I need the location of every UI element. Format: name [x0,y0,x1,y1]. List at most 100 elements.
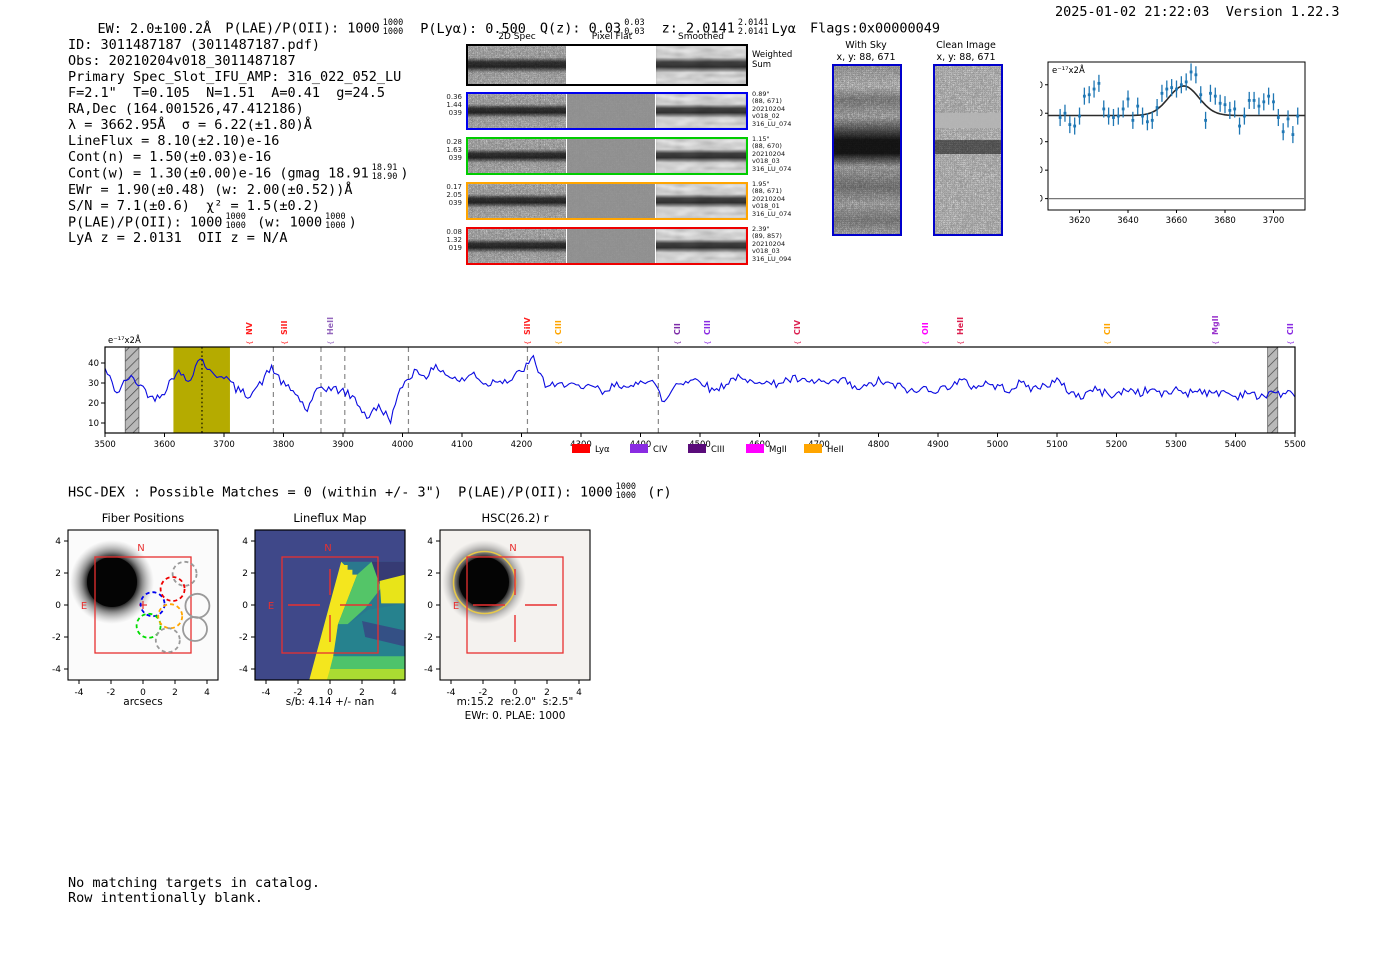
svg-text:40: 40 [88,359,99,369]
svg-text:3640: 3640 [1117,216,1139,226]
svg-text:0: 0 [55,601,61,611]
svg-text:CIII: CIII [711,445,724,455]
row-2dspec-image [468,184,566,218]
row-pixelflat-image [567,184,655,218]
svg-text:-4: -4 [52,665,61,675]
row-pixelflat-image [567,139,655,173]
svg-text:SiIV: SiIV [523,317,532,335]
row-2dspec-image [468,94,566,128]
fiber-xlabel: arcsecs [123,696,163,708]
header-plae: P(LAE)/P(OII): 1000 [225,20,380,37]
with-sky-subtitle: x, y: 88, 671 [836,52,896,63]
svg-text:E: E [81,601,87,612]
row-pixelflat-image [567,94,655,128]
svg-text:e⁻¹⁷x2Å: e⁻¹⁷x2Å [108,334,141,346]
spec2d-row-weights: 0.28 1.63 039 [446,138,462,162]
spec2d-row-annotation: 0.89" (88, 671) 20210204 v018_02 316_LU_… [752,90,792,128]
info-obs: Obs: 20210204v018_3011487187 [68,53,296,69]
svg-text:20: 20 [88,399,99,409]
spec2d-row-3 [466,182,748,220]
svg-text:MgII: MgII [1211,315,1220,335]
svg-text:CIV: CIV [653,445,667,455]
spec2d-row-weights: 0.36 1.44 039 [446,93,462,117]
info-radec: RA,Dec (164.001526,47.412186) [68,101,304,117]
svg-text:CIV: CIV [793,319,802,335]
weighted-sum-label: Weighted Sum [752,50,793,70]
svg-text:4: 4 [55,537,61,547]
svg-text:4900: 4900 [927,440,949,450]
info-seeing: F=2.1" T=0.105 N=1.51 A=0.41 g=24.5 [68,85,385,101]
spec2d-row-weights: 0.08 1.32 019 [446,228,462,252]
col-title-2dspec: 2D Spec [498,32,536,42]
row-smoothed-image [656,139,746,173]
lineflux-xlabel: s/b: 4.14 +/- nan [285,696,375,708]
svg-text:{: { [922,341,930,345]
svg-text:{: { [281,341,289,345]
svg-text:{: { [1212,341,1220,345]
spec2d-row-annotation: 1.15" (88, 670) 20210204 v018_03 316_LU_… [752,135,792,173]
with-sky-image [832,64,902,236]
svg-text:4800: 4800 [868,440,890,450]
row-2dspec-image [468,139,566,173]
spec2d-row-2 [466,137,748,175]
svg-text:5400: 5400 [1225,440,1247,450]
svg-text:{: { [957,341,965,345]
header-linetype: Lyα [771,20,796,37]
svg-text:{: { [327,341,335,345]
svg-text:30: 30 [1040,109,1043,119]
svg-text:3700: 3700 [213,440,235,450]
svg-text:20: 20 [1040,138,1043,148]
svg-text:3700: 3700 [1263,216,1285,226]
svg-text:{: { [555,341,563,345]
svg-text:4: 4 [576,688,582,698]
clean-image-title: Clean Image [936,40,996,51]
svg-text:SiII: SiII [280,321,289,335]
full-spectrum-plot: 10 20 30 40 3500 3600 3700 3800 3900 4000 4100 4200… [88,315,1306,455]
svg-text:-2: -2 [239,633,248,643]
svg-text:3800: 3800 [273,440,295,450]
info-lambda: λ = 3662.95Å σ = 6.22(±1.80)Å [68,117,312,133]
svg-text:40: 40 [1040,81,1043,91]
svg-text:-4: -4 [239,665,248,675]
svg-text:CIII: CIII [703,320,712,335]
clean-image [933,64,1003,236]
svg-text:-2: -2 [424,633,433,643]
spec2d-row-4 [466,227,748,265]
svg-text:0: 0 [242,601,248,611]
svg-text:CIII: CIII [554,320,563,335]
row-smoothed-image [656,184,746,218]
info-lineflux: LineFlux = 8.10(±2.10)e-16 [68,133,280,149]
spec2d-row-weights: 0.17 2.05 039 [446,183,462,207]
with-sky-title: With Sky [845,40,887,51]
elixer-report-page: EW: 2.0±100.2Å P(LAE)/P(OII): 1000 1000 100… [0,0,1400,953]
svg-text:N: N [324,543,331,554]
header-ew: EW: 2.0±100.2Å [97,20,212,37]
svg-text:N: N [509,543,516,554]
svg-text:-2: -2 [52,633,61,643]
spec2d-weighted-row [466,44,748,86]
svg-text:3680: 3680 [1214,216,1236,226]
svg-text:OII: OII [921,322,930,335]
footer-no-match: No matching targets in catalog. [68,875,320,891]
row-2dspec-image [468,229,566,263]
svg-text:-4: -4 [75,688,84,698]
svg-text:3500: 3500 [94,440,116,450]
svg-text:4: 4 [391,688,397,698]
svg-text:5100: 5100 [1046,440,1068,450]
info-primary: Primary Spec_Slot_IFU_AMP: 316_022_052_L… [68,69,402,85]
svg-text:{: { [1104,341,1112,345]
clean-image-subtitle: x, y: 88, 671 [936,52,996,63]
svg-text:2: 2 [242,569,248,579]
weighted-2dspec-image [468,46,566,84]
svg-text:{: { [246,341,254,345]
svg-text:E: E [268,601,274,612]
svg-text:HeII: HeII [326,317,335,335]
svg-text:-4: -4 [447,688,456,698]
row-pixelflat-image [567,229,655,263]
info-plae-poii: P(LAE)/P(OII): 1000 1000 1000 (w: 1000 1000… [68,212,357,231]
svg-text:4: 4 [204,688,210,698]
svg-text:{: { [704,341,712,345]
lineflux-map-plot: NE-4-4-2-2002244 [239,529,406,698]
svg-text:4200: 4200 [511,440,533,450]
svg-text:30: 30 [88,379,99,389]
